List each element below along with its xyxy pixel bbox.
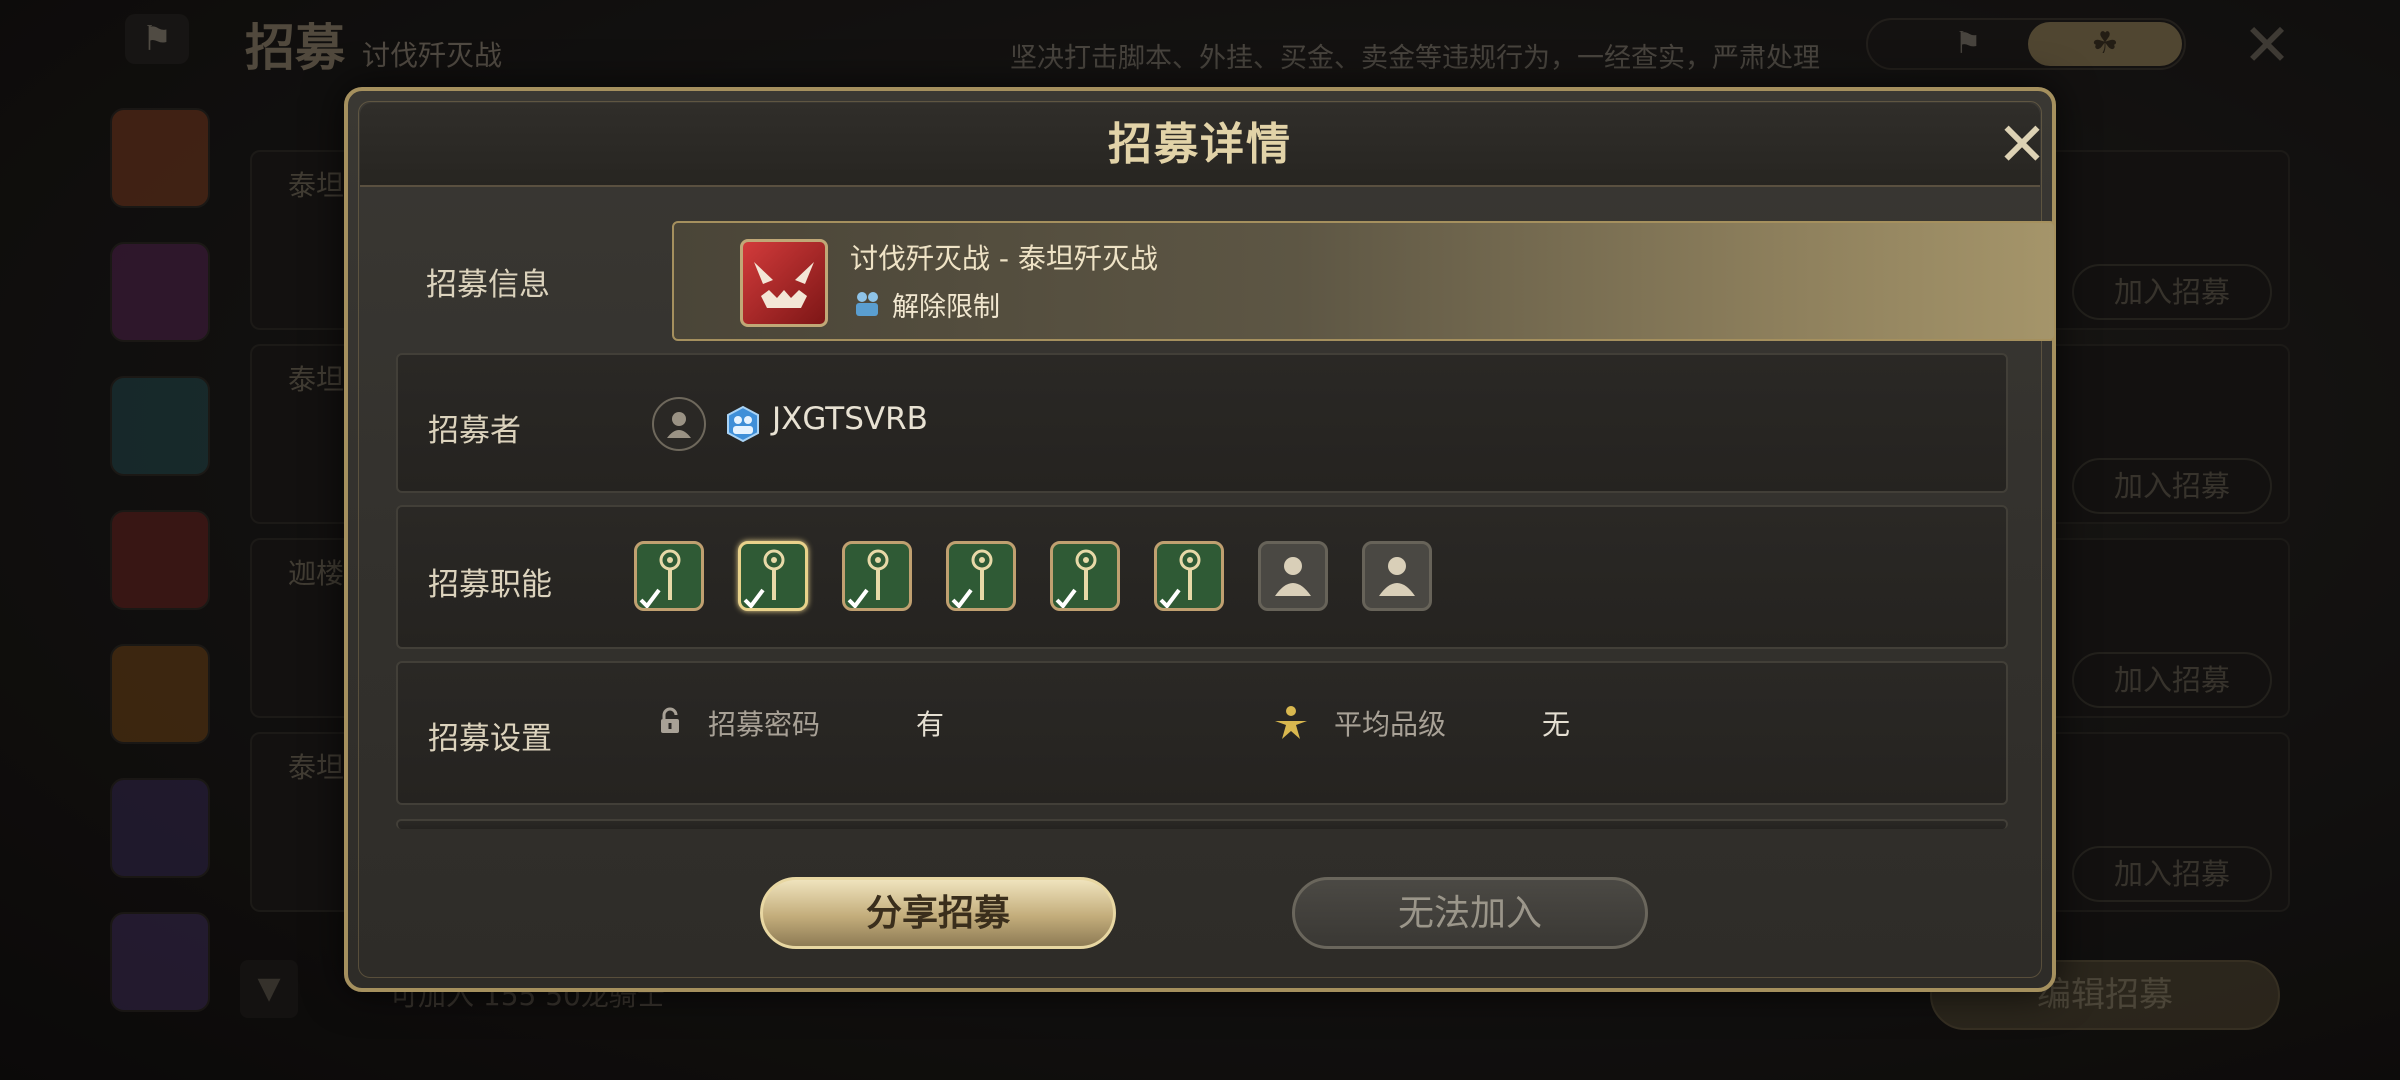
avatar[interactable] bbox=[652, 397, 706, 451]
server-group-icon bbox=[724, 405, 762, 443]
limit-text: 解除限制 bbox=[892, 292, 1000, 323]
healer-staff-icon bbox=[639, 549, 681, 608]
healer-staff-icon bbox=[1055, 549, 1097, 608]
info-label: 招募信息 bbox=[426, 267, 550, 303]
dungeon-info-panel: 讨伐歼灭战 - 泰坦歼灭战 解除限制 bbox=[672, 221, 2056, 341]
healer-job-slot[interactable] bbox=[842, 541, 912, 611]
healer-staff-icon bbox=[743, 549, 785, 608]
person-icon bbox=[1379, 557, 1415, 596]
healer-job-slot[interactable] bbox=[738, 541, 808, 611]
settings-label: 招募设置 bbox=[428, 721, 552, 757]
share-recruit-button[interactable]: 分享招募 bbox=[760, 877, 1116, 949]
item-level-icon bbox=[1272, 703, 1310, 741]
join-button-disabled[interactable]: 无法加入 bbox=[1292, 877, 1648, 949]
dungeon-icon bbox=[740, 239, 828, 327]
recruiter-label: 招募者 bbox=[428, 413, 521, 449]
empty-job-slot[interactable] bbox=[1258, 541, 1328, 611]
lock-icon bbox=[656, 707, 684, 735]
healer-job-slot[interactable] bbox=[946, 541, 1016, 611]
unrestricted-icon bbox=[852, 289, 882, 319]
jobs-label: 招募职能 bbox=[428, 567, 552, 603]
avg-level-label: 平均品级 bbox=[1334, 708, 1447, 741]
modal-title: 招募详情 bbox=[1108, 119, 1292, 170]
avg-level-value: 无 bbox=[1542, 708, 1571, 741]
recruit-details-modal: 招募详情 ✕ 招募信息 讨伐歼灭战 - 泰坦歼灭战 解除限制 招募者 JXGTS… bbox=[344, 87, 2056, 992]
password-value: 有 bbox=[916, 708, 945, 741]
healer-staff-icon bbox=[1159, 549, 1201, 608]
info-row: 招募信息 讨伐歼灭战 - 泰坦歼灭战 解除限制 bbox=[396, 221, 2056, 345]
healer-staff-icon bbox=[847, 549, 889, 608]
more-settings-row bbox=[396, 819, 2008, 829]
healer-staff-icon bbox=[951, 549, 993, 608]
dungeon-name: 讨伐歼灭战 - 泰坦歼灭战 bbox=[850, 242, 1158, 275]
healer-job-slot[interactable] bbox=[634, 541, 704, 611]
password-label: 招募密码 bbox=[708, 708, 821, 741]
recruiter-row: 招募者 JXGTSVRB bbox=[396, 353, 2008, 493]
close-icon[interactable]: ✕ bbox=[1990, 113, 2054, 177]
person-icon bbox=[1275, 557, 1311, 596]
healer-job-slot[interactable] bbox=[1050, 541, 1120, 611]
recruiter-name: JXGTSVRB bbox=[772, 401, 928, 437]
healer-job-slot[interactable] bbox=[1154, 541, 1224, 611]
jobs-row: 招募职能 bbox=[396, 505, 2008, 649]
modal-header: 招募详情 ✕ bbox=[360, 103, 2047, 187]
settings-row: 招募设置 招募密码 有 平均品级 无 bbox=[396, 661, 2008, 805]
empty-job-slot[interactable] bbox=[1362, 541, 1432, 611]
